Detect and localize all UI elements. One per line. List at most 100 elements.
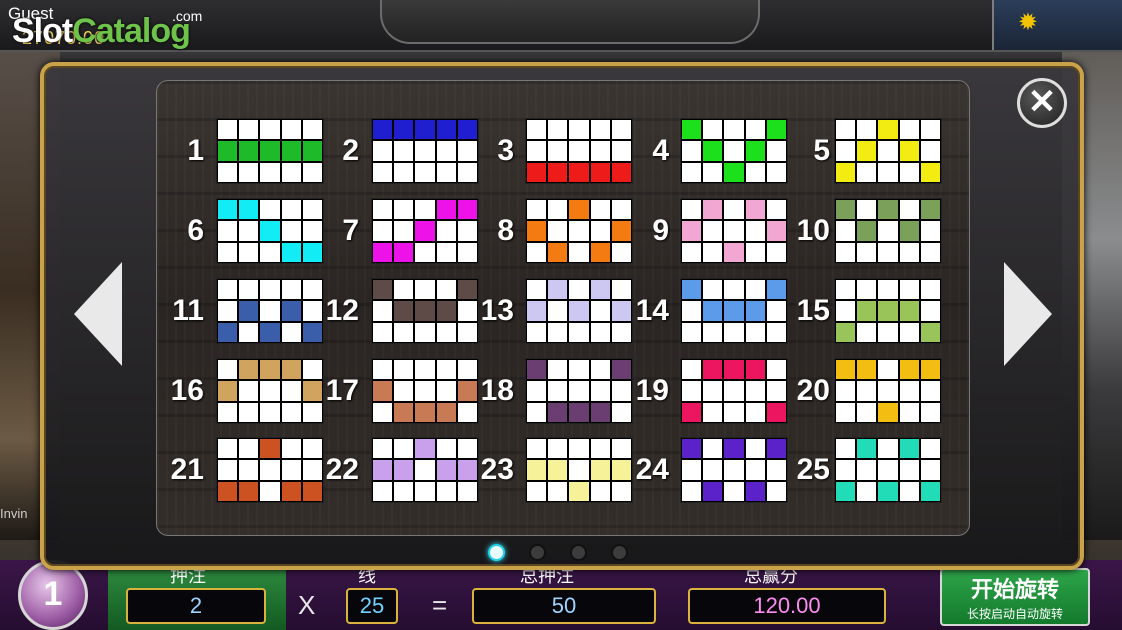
payline-cell [373,381,393,401]
payline-cell [703,481,723,501]
payline-cell [527,242,547,262]
payline-cell [682,120,702,140]
payline-cell [527,162,547,182]
page-dot[interactable] [570,544,587,561]
payline-cell [857,301,877,321]
payline-number: 12 [325,294,359,327]
payline-cell [415,221,435,241]
payline-cell [857,141,877,161]
payline-cell [394,221,414,241]
payline-cell [218,120,238,140]
payline-cell [590,481,610,501]
payline-cell [569,381,589,401]
payline-cell [878,280,898,300]
lines-value-field[interactable]: 25 [346,588,398,624]
payline-cell [857,322,877,342]
payline-cell [260,402,280,422]
payline-number: 10 [796,214,830,247]
payline-cell [569,280,589,300]
payline-cell [281,381,301,401]
payline-cell [682,280,702,300]
payline-cell [239,481,259,501]
payline-cell [281,280,301,300]
payline-cell [569,402,589,422]
payline-cell [373,280,393,300]
payline-cell [281,360,301,380]
payline-cell [373,322,393,342]
payline-cell [590,242,610,262]
close-icon[interactable]: ✕ [1017,78,1067,128]
payline-cell [415,402,435,422]
payline-cell [415,381,435,401]
payline-cell [703,301,723,321]
payline-cell [569,141,589,161]
payline-cell [394,141,414,161]
payline-cell [394,402,414,422]
spin-button[interactable]: 开始旋转 长按启动自动旋转 [940,568,1090,626]
payline-cell [218,280,238,300]
payline-cell [745,162,765,182]
payline-cell [394,242,414,262]
payline-pattern-7 [371,198,479,264]
payline-pattern-14 [680,278,788,344]
previous-page-arrow-icon[interactable] [74,262,122,366]
payline-cell [260,301,280,321]
payline-cell [548,200,568,220]
payline-pattern-20 [834,358,942,424]
payline-number: 9 [652,214,669,247]
payline-cell [857,439,877,459]
payline-cell [766,301,786,321]
top-ornament [380,0,760,44]
payline-cell [745,481,765,501]
payline-cell [766,360,786,380]
payline-cell [682,460,702,480]
page-indicator [488,542,634,562]
payline-cell [920,242,940,262]
payline-cell [373,360,393,380]
payline-cell [548,120,568,140]
payline-cell [745,460,765,480]
page-dot[interactable] [488,544,505,561]
payline-cell [857,460,877,480]
payline-cell [436,402,456,422]
payline-cell [703,162,723,182]
payline-cell [260,162,280,182]
payline-number: 14 [635,294,669,327]
payline-cell [836,360,856,380]
total-bet-field: 50 [472,588,656,624]
payline-cell [548,242,568,262]
payline-pattern-11 [216,278,324,344]
payline-cell [260,242,280,262]
payline-cell [899,301,919,321]
payline-cell [239,221,259,241]
payline-cell [590,439,610,459]
payline-cell [373,481,393,501]
payline-cell [766,481,786,501]
payline-cell [590,360,610,380]
payline-cell [766,200,786,220]
payline-cell [745,402,765,422]
coin-value-button[interactable]: 1 [18,560,88,630]
payline-cell [373,402,393,422]
payline-pattern-4 [680,118,788,184]
payline-number: 6 [187,214,204,247]
payline-cell [590,221,610,241]
bet-value-field[interactable]: 2 [126,588,266,624]
payline-cell [239,439,259,459]
payline-cell [703,322,723,342]
page-dot[interactable] [611,544,628,561]
payline-cell [745,360,765,380]
payline-cell [527,460,547,480]
next-page-arrow-icon[interactable] [1004,262,1052,366]
payline-cell [724,221,744,241]
payline-cell [766,162,786,182]
payline-cell [703,280,723,300]
payline-cell [260,322,280,342]
payline-cell [218,141,238,161]
payline-cell [415,460,435,480]
gear-icon[interactable]: ✹ [1018,8,1038,37]
payline-number: 3 [497,134,514,167]
page-dot[interactable] [529,544,546,561]
payline-cell [682,481,702,501]
payline-cell [590,301,610,321]
